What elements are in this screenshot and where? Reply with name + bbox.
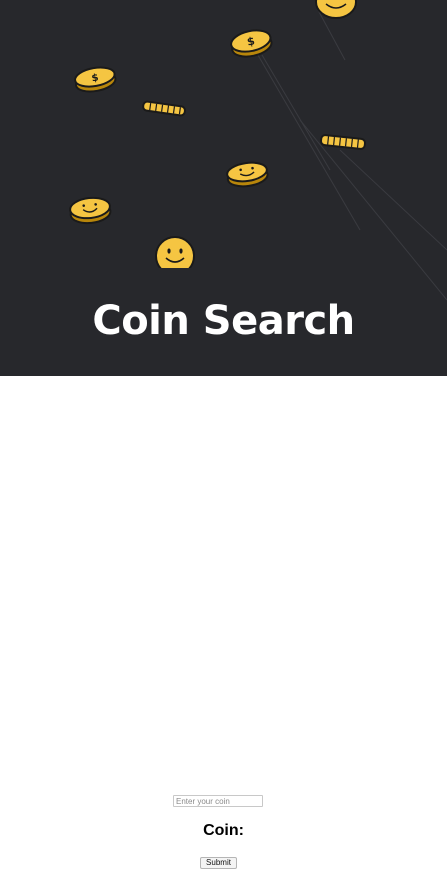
smiley-coin-icon [226, 161, 269, 188]
page-title: Coin Search [92, 298, 355, 344]
hero-banner: $ $ Coin Search [0, 0, 447, 376]
smiley-coin-icon [315, 0, 357, 19]
submit-button[interactable]: Submit [200, 857, 237, 869]
dollar-coin-icon: $ [230, 29, 273, 58]
smiley-coin-icon [155, 236, 195, 268]
coin-edge-icon [142, 100, 186, 117]
coin-search-form: Coin: Submit [0, 376, 447, 869]
dollar-coin-icon: $ [74, 66, 117, 93]
coin-search-input[interactable] [173, 795, 263, 807]
smiley-coin-icon [69, 196, 112, 225]
coin-result-label: Coin: [203, 822, 244, 839]
coin-trails [254, 9, 447, 301]
coin-edge-icon [319, 134, 367, 150]
